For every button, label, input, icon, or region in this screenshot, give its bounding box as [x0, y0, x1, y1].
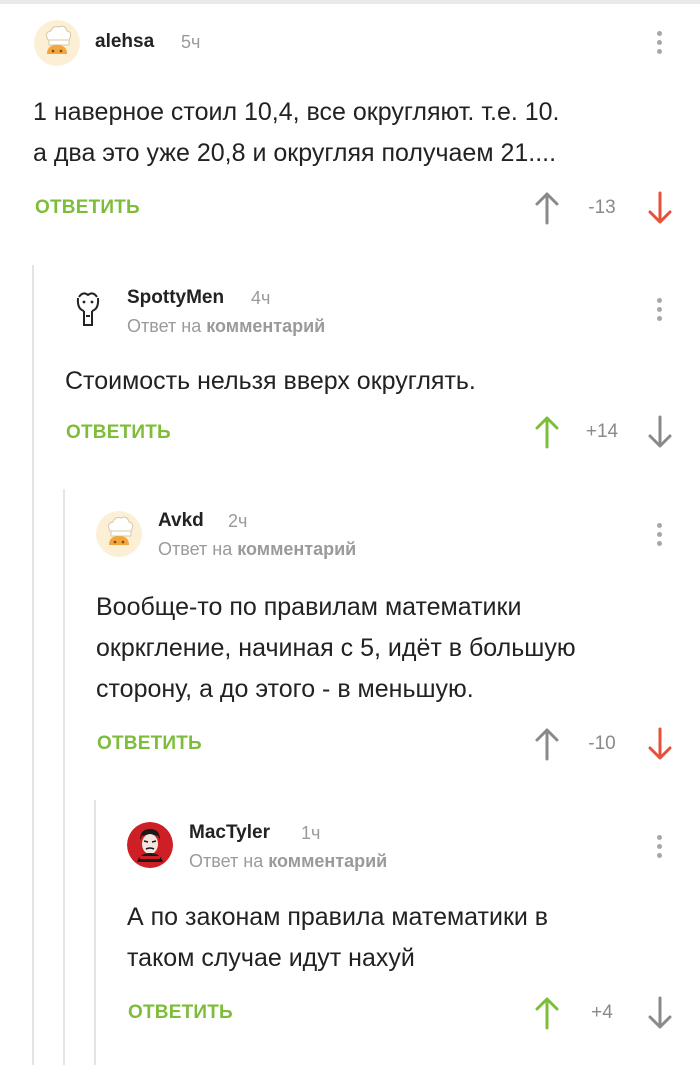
chef-hat-avatar[interactable]	[96, 511, 142, 557]
comment-body: Стоимость нельзя вверх округлять.	[65, 361, 476, 402]
reply-button[interactable]: ОТВЕТИТЬ	[128, 1002, 233, 1024]
more-menu-icon[interactable]	[644, 289, 674, 329]
comment-text-line: таком случае идут нахуй	[127, 944, 415, 972]
reply-to-prefix: Ответ на	[189, 851, 264, 871]
stick-figure-avatar[interactable]	[65, 285, 111, 331]
comment-text-line: Стоимость нельзя вверх округлять.	[65, 367, 476, 395]
upvote-arrow-icon[interactable]	[532, 995, 562, 1031]
vote-score: +14	[585, 421, 619, 442]
downvote-arrow-icon[interactable]	[645, 414, 675, 450]
more-menu-icon[interactable]	[644, 514, 674, 554]
comment: SpottyMen 4ч Ответ на комментарий Стоимо…	[0, 265, 700, 489]
vote-score: -13	[588, 197, 616, 218]
comment-text-line: а два это уже 20,8 и округляя получаем 2…	[33, 139, 557, 167]
comment-text-line: А по законам правила математики в	[127, 903, 549, 931]
comment: alehsa 5ч 1 наверное стоил 10,4, все окр…	[0, 0, 700, 265]
upvote-arrow-icon[interactable]	[532, 726, 562, 762]
comment-time: 4ч	[251, 288, 271, 308]
author-name[interactable]: SpottyMen	[127, 287, 224, 309]
comment-body: А по законам правила математики в таком …	[127, 897, 548, 979]
comment-text-line: Вообще-то по правилам математики	[96, 593, 522, 621]
author-name[interactable]: Avkd	[158, 510, 204, 532]
comment-body: Вообще-то по правилам математики окркгле…	[96, 587, 576, 710]
downvote-arrow-icon[interactable]	[645, 995, 675, 1031]
reply-to-link[interactable]: Ответ на комментарий	[189, 851, 387, 872]
chef-hat-avatar[interactable]	[34, 20, 80, 66]
upvote-arrow-icon[interactable]	[532, 190, 562, 226]
reply-button[interactable]: ОТВЕТИТЬ	[97, 733, 202, 755]
author-name[interactable]: alehsa	[95, 31, 154, 53]
reply-button[interactable]: ОТВЕТИТЬ	[66, 422, 171, 444]
red-portrait-avatar[interactable]	[127, 822, 173, 868]
reply-to-prefix: Ответ на	[127, 316, 202, 336]
upvote-arrow-icon[interactable]	[532, 414, 562, 450]
comment-text-line: 1 наверное стоил 10,4, все округляют. т.…	[33, 98, 560, 126]
reply-to-link[interactable]: Ответ на комментарий	[127, 316, 325, 337]
comment-text-line: окркгление, начиная с 5, идёт в большую	[96, 634, 576, 662]
downvote-arrow-icon[interactable]	[645, 726, 675, 762]
reply-to-prefix: Ответ на	[158, 539, 233, 559]
comment-time: 5ч	[181, 32, 201, 52]
comment-body: 1 наверное стоил 10,4, все округляют. т.…	[33, 92, 560, 174]
vote-score: -10	[588, 733, 616, 754]
comment: MacTyler 1ч Ответ на комментарий А по за…	[0, 800, 700, 1065]
comment-time: 1ч	[301, 823, 321, 843]
comment: Avkd 2ч Ответ на комментарий Вообще-то п…	[0, 489, 700, 800]
vote-score: +4	[591, 1002, 613, 1023]
comment-time: 2ч	[228, 511, 248, 531]
reply-to-target[interactable]: комментарий	[206, 316, 325, 336]
reply-to-link[interactable]: Ответ на комментарий	[158, 539, 356, 560]
more-menu-icon[interactable]	[644, 22, 674, 62]
author-name[interactable]: MacTyler	[189, 822, 270, 844]
reply-to-target[interactable]: комментарий	[237, 539, 356, 559]
more-menu-icon[interactable]	[644, 826, 674, 866]
downvote-arrow-icon[interactable]	[645, 190, 675, 226]
comment-text-line: сторону, а до этого - в меньшую.	[96, 675, 474, 703]
reply-to-target[interactable]: комментарий	[268, 851, 387, 871]
reply-button[interactable]: ОТВЕТИТЬ	[35, 197, 140, 219]
